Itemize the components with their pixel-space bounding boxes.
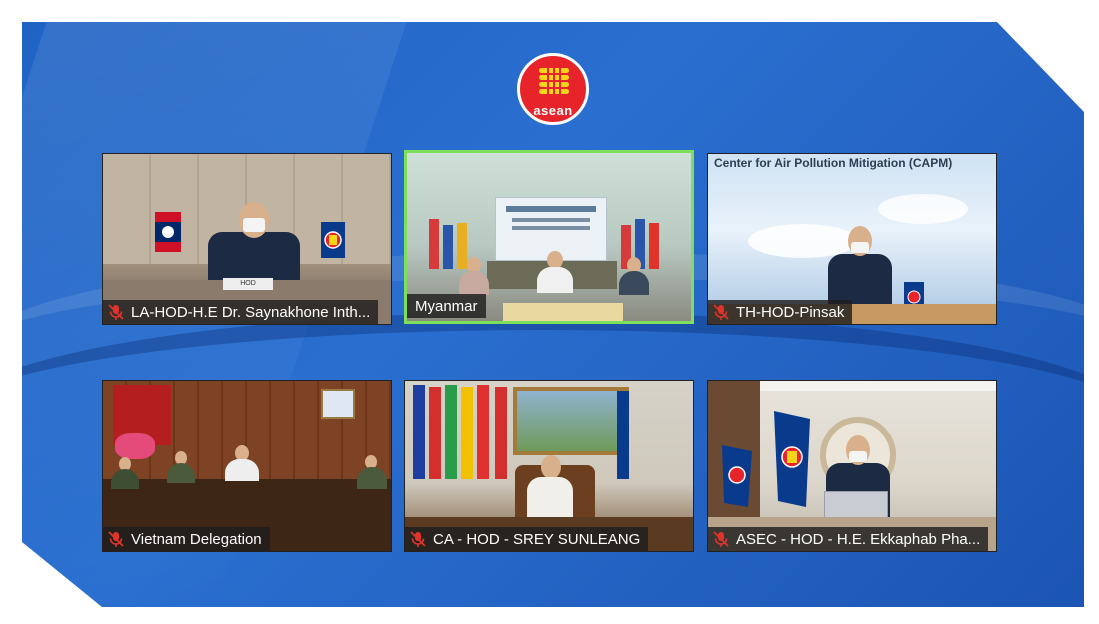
face-mask <box>243 218 265 232</box>
asean-flag-icon <box>321 222 345 258</box>
flag-1 <box>413 385 425 479</box>
person-body <box>619 271 649 295</box>
asean-logo: asean <box>517 53 589 125</box>
muted-mic-icon <box>713 304 729 320</box>
asean-logo-text: asean <box>533 103 573 118</box>
flag-6 <box>495 387 507 479</box>
flower-arrangement <box>503 303 623 321</box>
muted-mic-icon <box>410 531 426 547</box>
video-feed <box>103 381 391 551</box>
participant-label: CA - HOD - SREY SUNLEANG <box>405 527 649 551</box>
flag-right-3 <box>649 223 659 269</box>
name-plate: HOD <box>223 278 273 290</box>
person-body <box>527 477 573 517</box>
video-feed <box>708 381 996 551</box>
person-head <box>541 455 561 479</box>
muted-mic-icon <box>108 531 124 547</box>
video-tile-thailand[interactable]: Center for Air Pollution Mitigation (CAP… <box>707 153 997 325</box>
flag-4 <box>461 387 473 479</box>
virtual-background-title: Center for Air Pollution Mitigation (CAP… <box>714 156 953 170</box>
asean-flag-icon <box>722 445 752 507</box>
video-tile-laos[interactable]: HOD LA-HOD-H.E Dr. Saynakhone Inth... <box>102 153 392 325</box>
video-feed: HOD <box>103 154 391 324</box>
asean-sheaf-icon <box>539 66 569 96</box>
participant-label: TH-HOD-Pinsak <box>708 300 853 324</box>
person-body <box>459 271 489 295</box>
asean-flag <box>617 391 629 479</box>
muted-mic-icon <box>713 531 729 547</box>
flag-3 <box>445 385 457 479</box>
person-body <box>357 467 387 489</box>
participant-label: Vietnam Delegation <box>103 527 270 551</box>
person-body <box>537 267 573 293</box>
face-mask <box>851 242 869 253</box>
flag-2 <box>429 387 441 479</box>
participant-name: LA-HOD-H.E Dr. Saynakhone Inth... <box>131 303 371 321</box>
person-body <box>167 463 195 483</box>
laos-flag-icon <box>155 212 181 252</box>
person-body <box>225 459 259 481</box>
wall-portrait <box>321 389 355 419</box>
window-frame: asean HOD LA-HOD-H.E Dr. Saynakhone Inth… <box>0 0 1099 624</box>
video-feed: Center for Air Pollution Mitigation (CAP… <box>708 154 996 324</box>
participant-name: CA - HOD - SREY SUNLEANG <box>433 530 641 548</box>
participant-name: ASEC - HOD - H.E. Ekkaphab Pha... <box>736 530 981 548</box>
video-feed <box>405 381 693 551</box>
video-tile-myanmar[interactable]: Myanmar <box>404 150 694 324</box>
flag-5 <box>477 385 489 479</box>
flag-left-2 <box>443 225 453 269</box>
flag-left-3 <box>457 223 467 269</box>
person-body <box>111 469 139 489</box>
participant-name: Vietnam Delegation <box>131 530 262 548</box>
flower-display <box>115 433 155 459</box>
face-mask <box>849 451 867 462</box>
cloud <box>748 224 858 258</box>
participant-label: LA-HOD-H.E Dr. Saynakhone Inth... <box>103 300 379 324</box>
participant-label: ASEC - HOD - H.E. Ekkaphab Pha... <box>708 527 989 551</box>
cloud <box>878 194 968 224</box>
asean-flag-icon <box>774 411 810 507</box>
participant-name: Myanmar <box>415 297 478 315</box>
muted-mic-icon <box>108 304 124 320</box>
video-tile-asec[interactable]: ASEC - HOD - H.E. Ekkaphab Pha... <box>707 380 997 552</box>
video-tile-vietnam[interactable]: Vietnam Delegation <box>102 380 392 552</box>
participant-name: TH-HOD-Pinsak <box>736 303 845 321</box>
participant-label: Myanmar <box>407 294 486 318</box>
landscape-painting <box>513 387 629 455</box>
flag-left-1 <box>429 219 439 269</box>
video-tile-cambodia[interactable]: CA - HOD - SREY SUNLEANG <box>404 380 694 552</box>
